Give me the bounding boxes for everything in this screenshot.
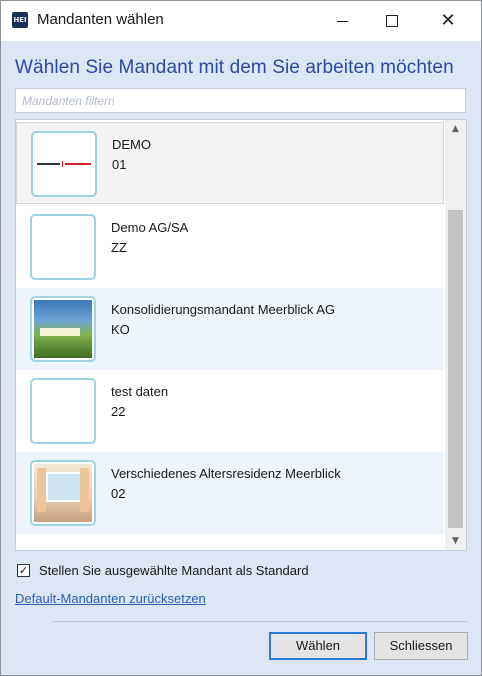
filter-input[interactable] <box>15 88 466 113</box>
maximize-button[interactable] <box>369 1 415 41</box>
close-icon: ✕ <box>440 10 456 31</box>
demo-logo-icon <box>37 161 91 167</box>
maximize-icon <box>386 15 398 27</box>
title-bar[interactable]: HEI Mandanten wählen ✕ <box>1 1 481 41</box>
client-thumbnail <box>30 378 96 444</box>
list-item[interactable]: Verschiedenes Altersresidenz Meerblick 0… <box>16 452 444 534</box>
scroll-up-icon[interactable]: ▲ <box>445 120 466 138</box>
client-name: Konsolidierungsmandant Meerblick AG <box>111 302 336 317</box>
client-thumbnail <box>30 460 96 526</box>
client-name: DEMO <box>112 137 151 152</box>
default-checkbox[interactable]: ✓ <box>17 564 30 577</box>
list-item[interactable]: Konsolidierungsmandant Meerblick AG KO <box>16 288 444 370</box>
landscape-image-icon <box>34 300 92 358</box>
app-icon: HEI <box>12 12 28 28</box>
scroll-down-icon[interactable]: ▼ <box>445 532 466 550</box>
client-name: test daten <box>111 384 169 399</box>
window-title: Mandanten wählen <box>37 11 164 28</box>
list-item[interactable]: Demo AG/SA ZZ <box>16 206 444 288</box>
client-code: ZZ <box>111 240 127 255</box>
client-code: KO <box>111 322 130 337</box>
client-code: 22 <box>111 404 126 419</box>
client-thumbnail <box>30 214 96 280</box>
minimize-icon <box>336 20 348 22</box>
list-scrollbar[interactable]: ▲ ▼ <box>445 120 466 550</box>
list-item[interactable]: DEMO 01 <box>16 122 444 204</box>
close-window-button[interactable]: ✕ <box>425 1 471 41</box>
close-button[interactable]: Schliessen <box>374 632 468 660</box>
reset-default-link[interactable]: Default-Mandanten zurücksetzen <box>15 591 206 606</box>
room-image-icon <box>34 464 92 522</box>
client-code: 01 <box>112 157 127 172</box>
client-list: DEMO 01 Demo AG/SA ZZ Konsolidierungsman… <box>15 119 467 551</box>
client-name: Demo AG/SA <box>111 220 189 235</box>
minimize-button[interactable] <box>319 1 365 41</box>
scrollbar-thumb[interactable] <box>448 210 463 528</box>
client-code: 02 <box>111 486 126 501</box>
list-item[interactable]: test daten 22 <box>16 370 444 452</box>
dialog-window: HEI Mandanten wählen ✕ Wählen Sie Mandan… <box>0 0 482 676</box>
select-button[interactable]: Wählen <box>269 632 367 660</box>
page-title: Wählen Sie Mandant mit dem Sie arbeiten … <box>15 57 454 78</box>
default-checkbox-label[interactable]: Stellen Sie ausgewählte Mandant als Stan… <box>39 563 309 578</box>
checkmark-icon: ✓ <box>18 564 29 577</box>
divider <box>53 621 467 622</box>
client-name: Verschiedenes Altersresidenz Meerblick <box>111 466 341 481</box>
client-thumbnail <box>30 296 96 362</box>
client-thumbnail <box>31 131 97 197</box>
